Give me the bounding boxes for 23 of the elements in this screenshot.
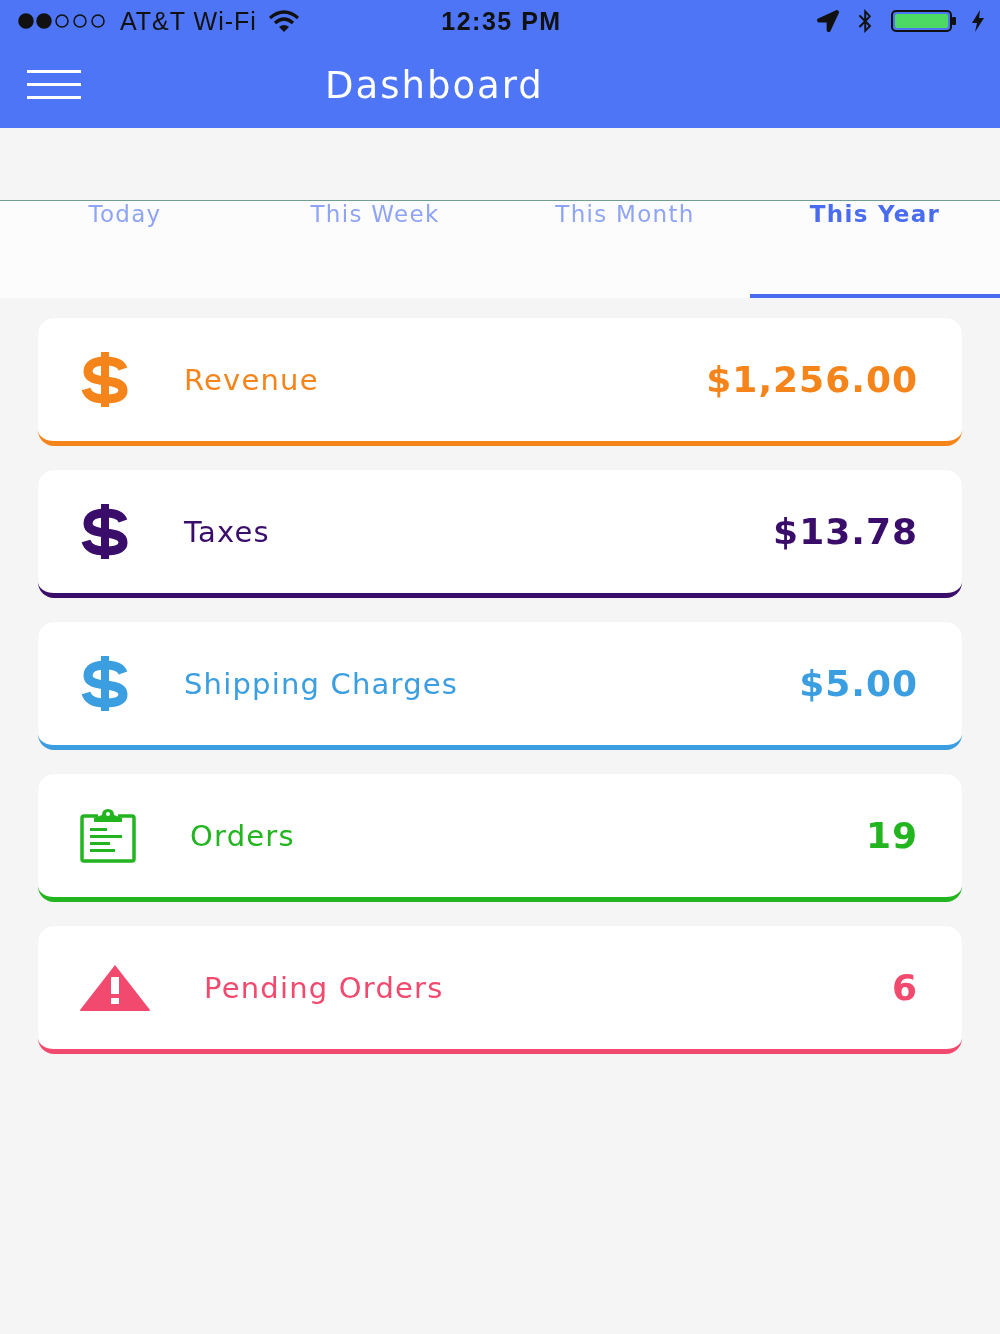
- charging-bolt-icon: [971, 10, 985, 32]
- stat-label: Shipping Charges: [184, 666, 460, 701]
- stat-label: Revenue: [184, 362, 320, 397]
- stat-label: Pending Orders: [204, 970, 445, 1005]
- stat-value: $13.78: [773, 511, 918, 552]
- wifi-icon: [268, 10, 299, 32]
- menu-icon[interactable]: [27, 70, 81, 100]
- period-tab[interactable]: This Month: [500, 201, 750, 298]
- signal-icon: [18, 13, 108, 29]
- period-tab[interactable]: This Year: [750, 201, 1000, 298]
- page-title: Dashboard: [325, 63, 544, 107]
- stat-value: $1,256.00: [706, 359, 918, 400]
- period-tab[interactable]: This Week: [250, 201, 500, 298]
- stat-value: 19: [865, 815, 918, 856]
- stat-label: Orders: [190, 818, 296, 853]
- stat-value: $5.00: [799, 663, 918, 704]
- period-tab[interactable]: Today: [0, 201, 250, 298]
- stat-value: 6: [891, 967, 918, 1008]
- location-arrow-icon: [817, 10, 839, 32]
- carrier-name: AT&T Wi-Fi: [120, 6, 257, 36]
- stat-label: Taxes: [184, 514, 271, 549]
- battery-icon: [891, 10, 957, 32]
- status-time: 12:35 PM: [441, 6, 562, 36]
